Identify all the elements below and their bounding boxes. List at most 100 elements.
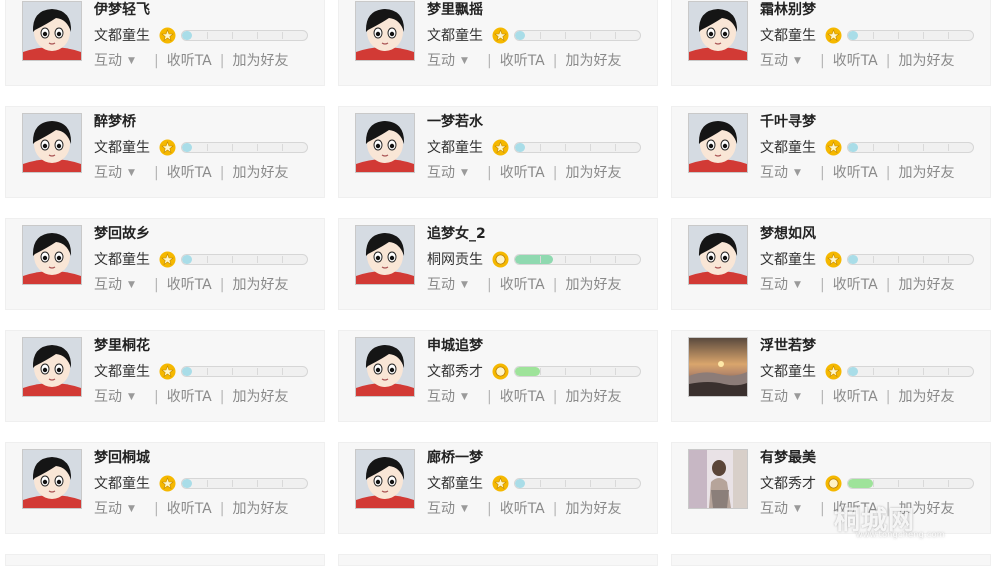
separator: | — [552, 53, 558, 69]
add-friend-link[interactable]: 加为好友 — [898, 274, 954, 294]
user-name-link[interactable]: 千叶寻梦 — [760, 111, 816, 131]
rank-title: 桐网贡生 — [427, 252, 483, 268]
interact-label: 互动 — [94, 165, 122, 181]
follow-link[interactable]: 收听TA — [167, 162, 212, 182]
user-name-link[interactable]: 追梦女_2 — [427, 223, 486, 243]
avatar[interactable] — [22, 449, 82, 509]
add-friend-link[interactable]: 加为好友 — [565, 162, 621, 182]
user-name-link[interactable]: 梦里飘摇 — [427, 0, 483, 19]
interact-dropdown[interactable]: 互动 ▼ — [760, 274, 812, 294]
level-badge-icon — [492, 475, 509, 492]
interact-dropdown[interactable]: 互动 ▼ — [760, 386, 812, 406]
card-actions: 互动 ▼ | 收听TA | 加为好友 — [94, 50, 288, 70]
avatar[interactable] — [22, 1, 82, 61]
user-name-link[interactable]: 梦里桐花 — [94, 335, 150, 355]
interact-dropdown[interactable]: 互动 ▼ — [760, 162, 812, 182]
separator: | — [885, 277, 891, 293]
level-progress-fill — [848, 479, 873, 488]
interact-dropdown[interactable]: 互动 ▼ — [760, 50, 812, 70]
separator: | — [487, 277, 492, 293]
interact-dropdown[interactable]: 互动 ▼ — [427, 274, 479, 294]
avatar[interactable] — [355, 337, 415, 397]
user-name-link[interactable]: 醉梦桥 — [94, 111, 136, 131]
interact-dropdown[interactable]: 互动 ▼ — [94, 498, 146, 518]
avatar[interactable] — [22, 337, 82, 397]
follow-link[interactable]: 收听TA — [167, 498, 212, 518]
add-friend-link[interactable]: 加为好友 — [898, 386, 954, 406]
add-friend-link[interactable]: 加为好友 — [232, 498, 288, 518]
separator: | — [820, 53, 825, 69]
follow-link[interactable]: 收听TA — [833, 386, 878, 406]
add-friend-link[interactable]: 加为好友 — [232, 50, 288, 70]
separator: | — [820, 165, 825, 181]
add-friend-link[interactable]: 加为好友 — [898, 162, 954, 182]
user-name-link[interactable]: 一梦若水 — [427, 111, 483, 131]
level-badge-icon — [159, 27, 176, 44]
interact-dropdown[interactable]: 互动 ▼ — [94, 274, 146, 294]
interact-dropdown[interactable]: 互动 ▼ — [427, 50, 479, 70]
user-name-link[interactable]: 梦回桐城 — [94, 447, 150, 467]
follow-link[interactable]: 收听TA — [833, 50, 878, 70]
add-friend-link[interactable]: 加为好友 — [565, 274, 621, 294]
add-friend-link[interactable]: 加为好友 — [232, 162, 288, 182]
avatar[interactable] — [355, 1, 415, 61]
user-name-link[interactable]: 霜林别梦 — [760, 0, 816, 19]
add-friend-link[interactable]: 加为好友 — [565, 498, 621, 518]
user-name-link[interactable]: 廊桥一梦 — [427, 447, 483, 467]
chevron-down-icon: ▼ — [461, 168, 468, 178]
avatar[interactable] — [22, 113, 82, 173]
user-name-link[interactable]: 梦想如风 — [760, 223, 816, 243]
interact-dropdown[interactable]: 互动 ▼ — [94, 50, 146, 70]
interact-dropdown[interactable]: 互动 ▼ — [427, 386, 479, 406]
follow-link[interactable]: 收听TA — [167, 274, 212, 294]
chevron-down-icon: ▼ — [794, 280, 801, 290]
add-friend-link[interactable]: 加为好友 — [232, 386, 288, 406]
avatar[interactable] — [688, 113, 748, 173]
interact-dropdown[interactable]: 互动 ▼ — [94, 162, 146, 182]
level-progress-bar — [847, 30, 974, 41]
user-name-link[interactable]: 申城追梦 — [427, 335, 483, 355]
follow-link[interactable]: 收听TA — [500, 162, 545, 182]
progress-segment-divider — [948, 368, 949, 375]
level-badge-icon — [159, 139, 176, 156]
follow-link[interactable]: 收听TA — [167, 50, 212, 70]
level-progress-fill — [515, 479, 525, 488]
rank-title: 文都童生 — [94, 476, 150, 492]
follow-link[interactable]: 收听TA — [500, 274, 545, 294]
avatar[interactable] — [688, 225, 748, 285]
follow-link[interactable]: 收听TA — [833, 274, 878, 294]
card-actions: 互动 ▼ | 收听TA | 加为好友 — [760, 386, 954, 406]
user-card-partial — [338, 554, 658, 566]
follow-link[interactable]: 收听TA — [167, 386, 212, 406]
avatar[interactable] — [22, 225, 82, 285]
interact-dropdown[interactable]: 互动 ▼ — [427, 498, 479, 518]
card-actions: 互动 ▼ | 收听TA | 加为好友 — [427, 498, 621, 518]
progress-segment-divider — [615, 256, 616, 263]
interact-dropdown[interactable]: 互动 ▼ — [760, 498, 812, 518]
follow-link[interactable]: 收听TA — [500, 386, 545, 406]
add-friend-link[interactable]: 加为好友 — [898, 50, 954, 70]
add-friend-link[interactable]: 加为好友 — [898, 498, 954, 518]
user-card-partial — [5, 554, 325, 566]
user-name-link[interactable]: 梦回故乡 — [94, 223, 150, 243]
avatar[interactable] — [355, 449, 415, 509]
interact-dropdown[interactable]: 互动 ▼ — [427, 162, 479, 182]
add-friend-link[interactable]: 加为好友 — [232, 274, 288, 294]
avatar[interactable] — [355, 225, 415, 285]
avatar[interactable] — [688, 337, 748, 397]
follow-link[interactable]: 收听TA — [833, 498, 878, 518]
user-name-link[interactable]: 浮世若梦 — [760, 335, 816, 355]
user-name-link[interactable]: 伊梦轻飞 — [94, 0, 150, 19]
progress-segment-divider — [282, 144, 283, 151]
user-name-link[interactable]: 有梦最美 — [760, 447, 816, 467]
interact-dropdown[interactable]: 互动 ▼ — [94, 386, 146, 406]
progress-segment-divider — [540, 368, 541, 375]
avatar[interactable] — [688, 449, 748, 509]
follow-link[interactable]: 收听TA — [500, 50, 545, 70]
avatar[interactable] — [355, 113, 415, 173]
follow-link[interactable]: 收听TA — [833, 162, 878, 182]
add-friend-link[interactable]: 加为好友 — [565, 50, 621, 70]
follow-link[interactable]: 收听TA — [500, 498, 545, 518]
avatar[interactable] — [688, 1, 748, 61]
add-friend-link[interactable]: 加为好友 — [565, 386, 621, 406]
